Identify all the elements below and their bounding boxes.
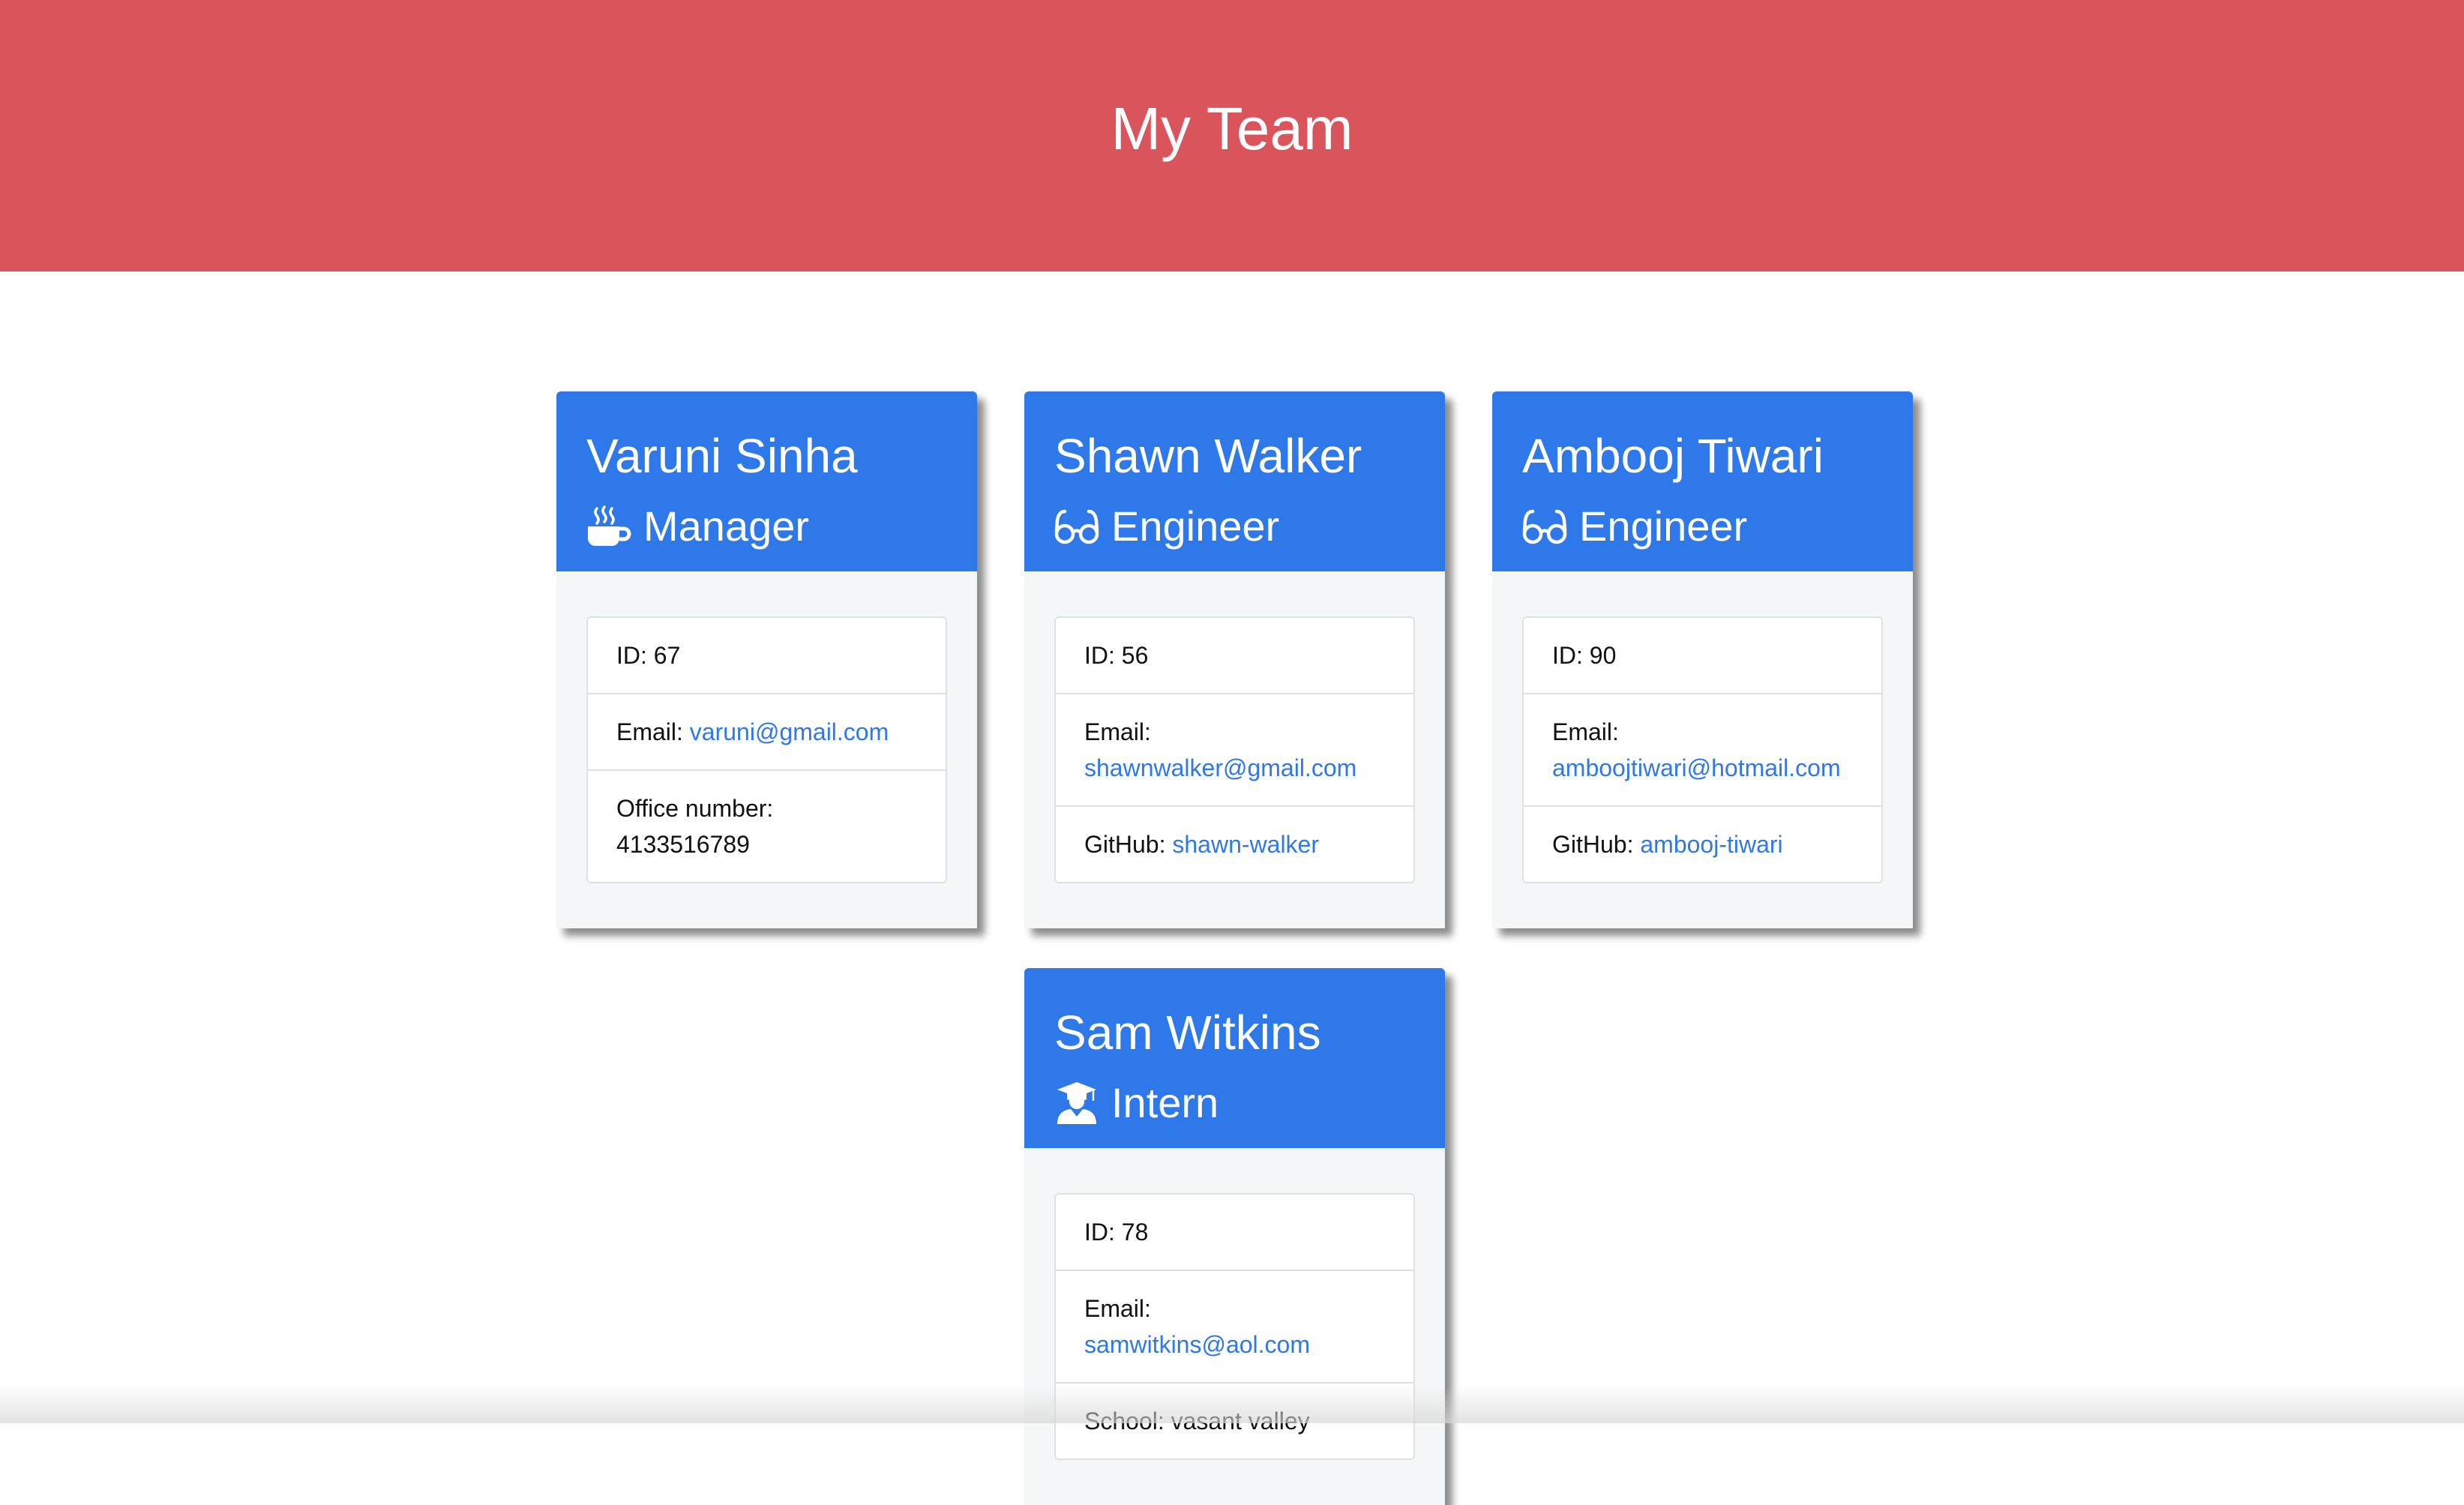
header-banner: My Team	[0, 0, 2464, 271]
email-link[interactable]: samwitkins@aol.com	[1084, 1331, 1310, 1358]
card-body: ID: 56 Email: shawnwalker@gmail.com GitH…	[1024, 571, 1445, 928]
card-header: Shawn Walker Engineer	[1024, 391, 1445, 571]
github-label: GitHub:	[1084, 831, 1166, 858]
employee-role: Engineer	[1054, 490, 1279, 562]
email-link[interactable]: shawnwalker@gmail.com	[1084, 754, 1356, 781]
employee-name: Varuni Sinha	[586, 429, 858, 483]
email-label: Email:	[1552, 718, 1619, 745]
email-item: Email: shawnwalker@gmail.com	[1056, 693, 1413, 805]
id-item: ID: 78	[1084, 1219, 1149, 1246]
card-header: Sam Witkins Intern	[1024, 968, 1445, 1148]
office-number-label: Office number:	[616, 795, 774, 822]
details-list: ID: 56 Email: shawnwalker@gmail.com GitH…	[1054, 616, 1415, 883]
role-label: Manager	[643, 502, 810, 550]
email-label: Email:	[616, 718, 683, 745]
id-item: ID: 90	[1552, 642, 1617, 669]
card-body: ID: 90 Email: amboojtiwari@hotmail.com G…	[1492, 571, 1913, 928]
email-item: Email: amboojtiwari@hotmail.com	[1524, 693, 1881, 805]
id-item: ID: 67	[616, 642, 681, 669]
card-header: Varuni Sinha Manager	[556, 391, 977, 571]
employee-name: Sam Witkins	[1054, 1006, 1321, 1060]
email-label: Email:	[1084, 1295, 1151, 1322]
id-item: ID: 56	[1084, 642, 1149, 669]
employee-role: Intern	[1054, 1067, 1219, 1139]
office-number-value: 4133516789	[616, 831, 750, 858]
team-card-manager: Varuni Sinha Manager ID: 67 Email: varun…	[556, 391, 977, 928]
role-label: Engineer	[1111, 502, 1280, 550]
employee-role: Engineer	[1522, 490, 1747, 562]
team-card-engineer: Ambooj Tiwari Engineer ID: 90 Email: amb…	[1492, 391, 1913, 928]
employee-name: Ambooj Tiwari	[1522, 429, 1824, 483]
email-item: Email: varuni@gmail.com	[588, 693, 946, 769]
github-link[interactable]: shawn-walker	[1172, 831, 1319, 858]
window-bottom-shadow	[0, 1386, 2464, 1423]
team-card-engineer: Shawn Walker Engineer ID: 56 Email: shaw…	[1024, 391, 1445, 928]
github-item: GitHub: shawn-walker	[1056, 805, 1413, 882]
glasses-icon	[1522, 504, 1567, 549]
details-list: ID: 67 Email: varuni@gmail.com Office nu…	[586, 616, 947, 883]
email-link[interactable]: amboojtiwari@hotmail.com	[1552, 754, 1841, 781]
glasses-icon	[1054, 504, 1099, 549]
github-item: GitHub: ambooj-tiwari	[1524, 805, 1881, 882]
github-label: GitHub:	[1552, 831, 1634, 858]
graduate-icon	[1054, 1081, 1099, 1126]
coffee-mug-icon	[586, 504, 631, 549]
team-card-intern: Sam Witkins Intern ID: 78 Email: samwitk…	[1024, 968, 1445, 1505]
role-label: Intern	[1111, 1079, 1219, 1126]
email-link[interactable]: varuni@gmail.com	[690, 718, 889, 745]
card-header: Ambooj Tiwari Engineer	[1492, 391, 1913, 571]
office-number-item: Office number: 4133516789	[588, 769, 946, 882]
page-title: My Team	[1111, 95, 1353, 162]
card-body: ID: 78 Email: samwitkins@aol.com School:…	[1024, 1148, 1445, 1505]
email-item: Email: samwitkins@aol.com	[1056, 1270, 1413, 1382]
card-body: ID: 67 Email: varuni@gmail.com Office nu…	[556, 571, 977, 928]
employee-role: Manager	[586, 490, 809, 562]
details-list: ID: 90 Email: amboojtiwari@hotmail.com G…	[1522, 616, 1883, 883]
email-label: Email:	[1084, 718, 1151, 745]
github-link[interactable]: ambooj-tiwari	[1640, 831, 1782, 858]
role-label: Engineer	[1579, 502, 1748, 550]
employee-name: Shawn Walker	[1054, 429, 1362, 483]
